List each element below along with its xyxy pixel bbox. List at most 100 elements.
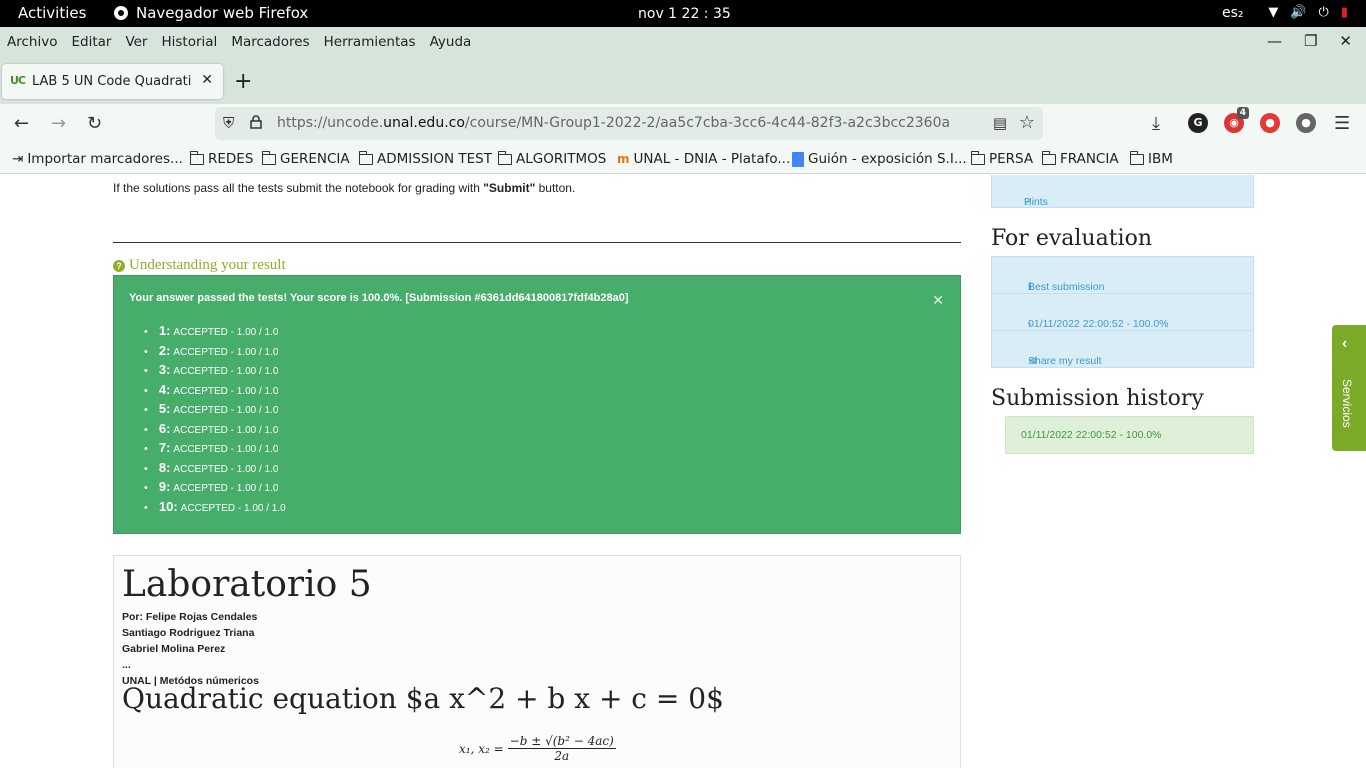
bookmark-label: PERSA — [989, 151, 1034, 167]
lock-icon[interactable] — [250, 115, 262, 129]
folder-icon — [497, 150, 512, 165]
app-menu[interactable]: Navegador web Firefox — [113, 4, 308, 22]
firefox-menubar: Archivo Editar Ver Historial Marcadores … — [0, 27, 1366, 57]
history-item[interactable]: 01/11/2022 22:00:52 - 100.0% — [1005, 416, 1254, 454]
ublock-icon[interactable]: ◉ 4 — [1224, 107, 1249, 133]
folder-icon — [1041, 150, 1056, 165]
list-item: 7:ACCEPTED - 1.00 / 1.0 — [144, 440, 286, 460]
folder-icon — [261, 150, 276, 165]
bookmark-ibm[interactable]: IBM — [1129, 150, 1173, 167]
forward-icon[interactable]: → — [51, 113, 66, 134]
menu-ayuda[interactable]: Ayuda — [430, 34, 472, 50]
author-line: Santiago Rodriguez Triana — [122, 627, 255, 639]
unal-favicon-icon: m — [617, 152, 630, 166]
evaluation-list: ℹ Best submission › 01/11/2022 22:00:52 … — [991, 256, 1254, 368]
history-item-label: 01/11/2022 22:00:52 - 100.0% — [1021, 429, 1162, 441]
last-submission-item[interactable]: › 01/11/2022 22:00:52 - 100.0% — [992, 294, 1253, 331]
result-alert: Your answer passed the tests! Your score… — [113, 275, 961, 534]
tomato-extension-icon[interactable]: ● — [1260, 113, 1280, 133]
test-status: ACCEPTED - 1.00 / 1.0 — [180, 502, 286, 514]
bookmark-label: IBM — [1148, 151, 1173, 167]
menu-herramientas[interactable]: Herramientas — [324, 34, 416, 50]
menu-marcadores[interactable]: Marcadores — [231, 34, 309, 50]
test-number: 10: — [158, 498, 178, 514]
divider — [113, 242, 961, 243]
menu-historial[interactable]: Historial — [161, 34, 217, 50]
keyboard-layout-indicator[interactable]: es₂ — [1222, 5, 1244, 21]
menu-editar[interactable]: Editar — [71, 34, 111, 50]
back-icon[interactable]: ← — [14, 113, 29, 134]
test-number: 8: — [158, 459, 171, 475]
formula-lhs: x₁, x₂ = — [459, 741, 504, 756]
test-status: ACCEPTED - 1.00 / 1.0 — [173, 405, 279, 416]
volume-icon: 🔊 — [1290, 5, 1307, 20]
close-alert-icon[interactable]: ✕ — [932, 292, 944, 309]
tab-lab5[interactable]: UC LAB 5 UN Code Quadratic ✕ — [2, 64, 223, 99]
url-bar[interactable]: ⛨ https://uncode.unal.edu.co/course/MN-G… — [215, 107, 1043, 140]
result-message: Your answer passed the tests! Your score… — [129, 292, 629, 304]
bookmark-francia[interactable]: FRANCIA — [1041, 150, 1119, 167]
bookmark-unal-dnia[interactable]: m UNAL - DNIA - Platafo... — [617, 151, 790, 167]
close-window-icon[interactable]: ✕ — [1339, 32, 1352, 50]
import-icon: ⇥ — [12, 151, 24, 167]
bookmark-import[interactable]: ⇥ Importar marcadores... — [12, 151, 183, 167]
reader-view-icon[interactable]: ▤ — [993, 114, 1007, 132]
quadratic-formula: x₁, x₂ = −b ± √(b² − 4ac) 2a — [459, 734, 616, 763]
test-status: ACCEPTED - 1.00 / 1.0 — [173, 483, 279, 494]
uncode-favicon-icon: UC — [10, 74, 26, 87]
bookmark-star-icon[interactable]: ☆ — [1019, 112, 1035, 133]
bookmark-persa[interactable]: PERSA — [970, 150, 1034, 167]
close-tab-icon[interactable]: ✕ — [201, 72, 213, 88]
bookmark-algoritmos[interactable]: ALGORITMOS — [497, 150, 606, 167]
extension-icon[interactable]: ● — [1296, 113, 1316, 133]
reload-icon[interactable]: ↻ — [87, 113, 102, 134]
menu-ver[interactable]: Ver — [125, 34, 147, 50]
intro-text: If the solutions pass all the tests subm… — [113, 181, 484, 195]
bookmark-admission-test[interactable]: ADMISSION TEST — [358, 150, 492, 167]
test-number: 1: — [158, 323, 171, 338]
best-submission-item[interactable]: ℹ Best submission — [992, 257, 1253, 294]
bookmark-label: UNAL - DNIA - Platafo... — [633, 151, 791, 167]
list-item: 10:ACCEPTED - 1.00 / 1.0 — [144, 499, 286, 519]
tab-title: LAB 5 UN Code Quadratic — [32, 74, 192, 89]
battery-icon: ▮ — [1340, 5, 1348, 20]
test-status: ACCEPTED - 1.00 / 1.0 — [173, 444, 279, 455]
bookmarks-toolbar: ⇥ Importar marcadores... REDES GERENCIA A… — [0, 144, 1366, 174]
bookmark-redes[interactable]: REDES — [189, 150, 253, 167]
test-status: ACCEPTED - 1.00 / 1.0 — [173, 424, 279, 436]
notebook-preview: Laboratorio 5 Por: Felipe Rojas Cendales… — [113, 555, 961, 768]
url-text[interactable]: https://uncode.unal.edu.co/course/MN-Gro… — [277, 115, 950, 131]
submit-instructions: If the solutions pass all the tests subm… — [113, 181, 575, 195]
hamburger-menu-icon[interactable]: ☰ — [1334, 113, 1350, 134]
bookmark-label: Guión - exposición S.I... — [808, 151, 967, 167]
share-result-item[interactable]: ⊲ Share my result — [992, 331, 1253, 368]
tab-bar: UC LAB 5 UN Code Quadratic ✕ + — [0, 57, 1366, 104]
tracking-protection-shield-icon[interactable]: ⛨ — [223, 114, 234, 132]
system-tray[interactable]: ▼ 🔊 ⏻ ▮ — [1268, 5, 1348, 21]
test-status: ACCEPTED - 1.00 / 1.0 — [173, 463, 279, 475]
menu-archivo[interactable]: Archivo — [7, 34, 57, 50]
folder-icon — [970, 150, 985, 165]
notebook-authors: Por: Felipe Rojas Cendales Santiago Rodr… — [122, 609, 259, 689]
bookmark-label: FRANCIA — [1060, 151, 1119, 167]
hints-link[interactable]: ? Hints — [991, 175, 1254, 208]
restore-icon[interactable]: ❐ — [1304, 32, 1317, 50]
test-number: 2: — [158, 342, 171, 358]
list-item: 5:ACCEPTED - 1.00 / 1.0 — [144, 401, 286, 421]
page-content: If the solutions pass all the tests subm… — [0, 175, 1366, 768]
activities-button[interactable]: Activities — [18, 4, 86, 22]
bookmark-label: GERENCIA — [280, 151, 350, 167]
clock[interactable]: nov 1 22 : 35 — [638, 6, 731, 22]
folder-icon — [358, 150, 373, 165]
downloads-icon[interactable]: ⤓ — [1152, 113, 1160, 134]
folder-icon — [1129, 150, 1144, 165]
minimize-icon[interactable]: — — [1267, 32, 1282, 50]
bookmark-gerencia[interactable]: GERENCIA — [261, 150, 350, 167]
extension-g-icon[interactable]: G — [1188, 113, 1208, 133]
new-tab-icon[interactable]: + — [234, 69, 252, 94]
url-path: /course/MN-Group1-2022-2/aa5c7cba-3cc6-4… — [464, 115, 951, 131]
understanding-result-link[interactable]: ? Understanding your result — [113, 257, 286, 274]
bookmark-guion[interactable]: Guión - exposición S.I... — [792, 151, 967, 167]
test-status: ACCEPTED - 1.00 / 1.0 — [173, 346, 279, 358]
servicios-tab[interactable]: ‹ Servicios — [1332, 325, 1366, 451]
